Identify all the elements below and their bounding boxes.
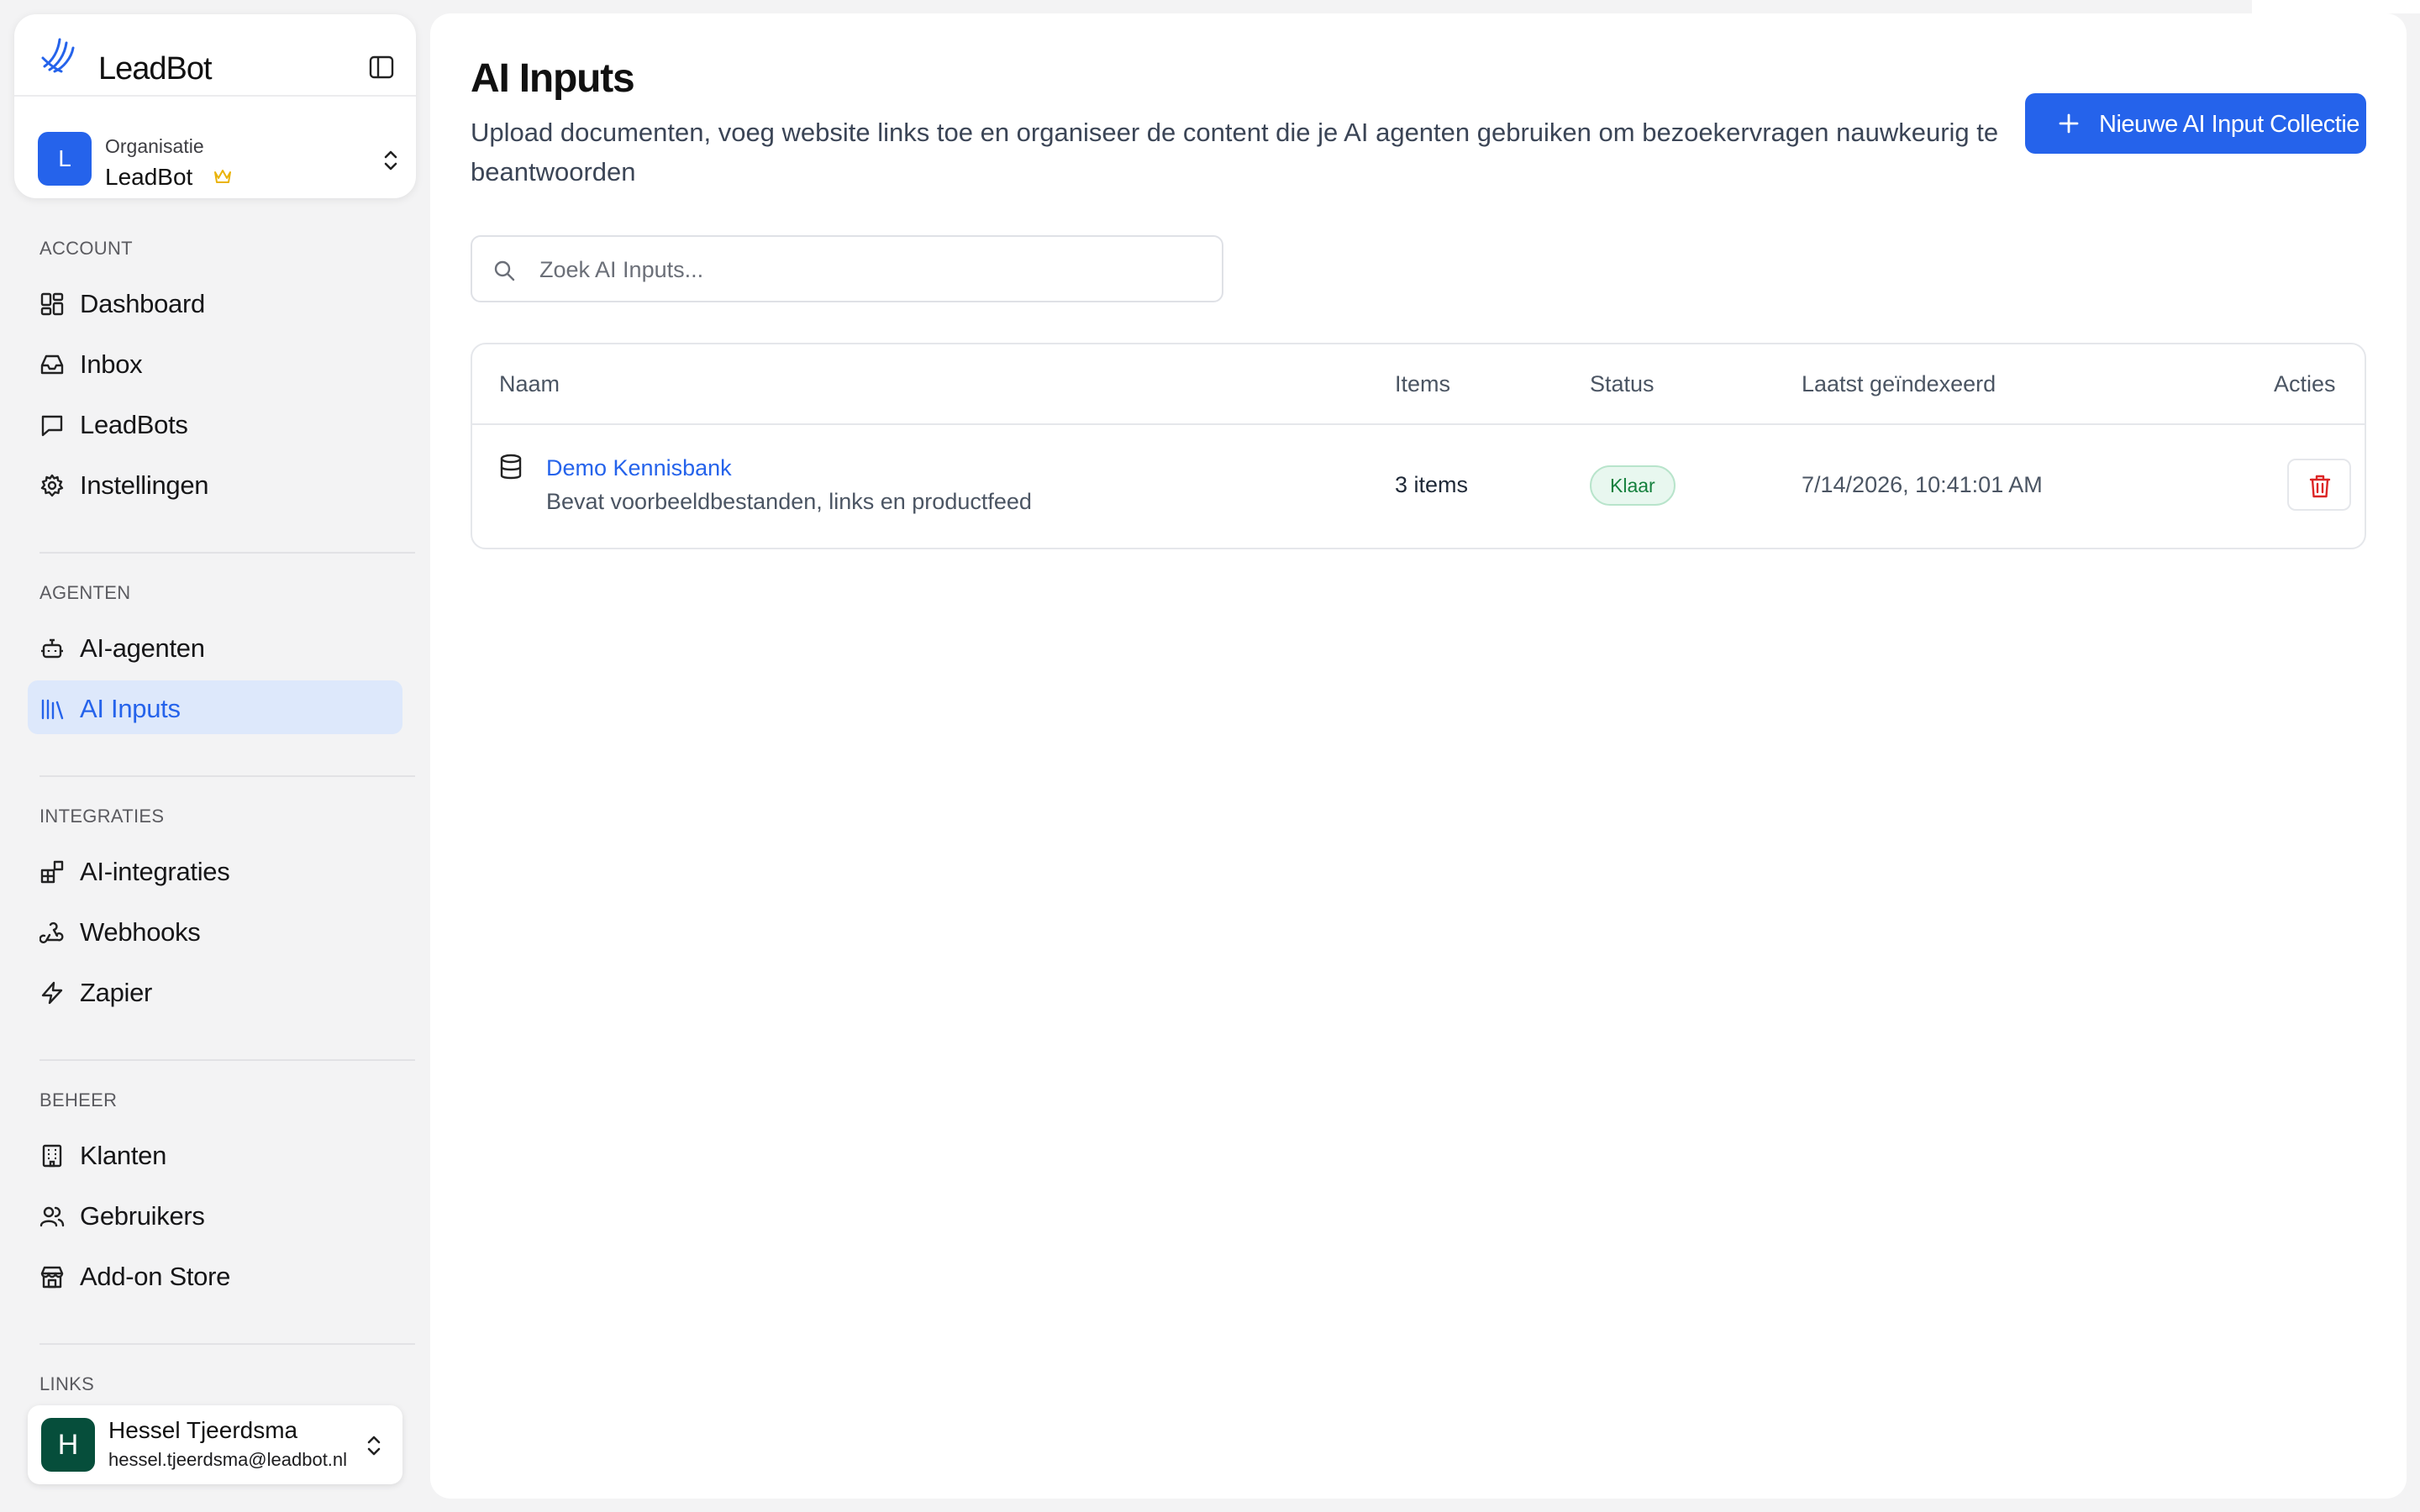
section-title-links: LINKS	[39, 1373, 95, 1394]
collection-items-count: 3 items	[1395, 472, 1469, 497]
sidebar-divider	[39, 552, 415, 554]
brand-row: LeadBot	[14, 14, 416, 97]
users-icon	[39, 1204, 65, 1229]
webhook-icon	[39, 920, 65, 945]
sidebar-item-add-on-store[interactable]: Add-on Store	[28, 1248, 402, 1302]
collection-description: Bevat voorbeeldbestanden, links en produ…	[546, 489, 1032, 514]
new-ai-input-collection-button[interactable]: Nieuwe AI Input Collectie	[2025, 93, 2366, 154]
sidebar-item-label: Instellingen	[80, 470, 209, 500]
sidebar-item-label: Inbox	[80, 349, 143, 379]
column-header-indexed: Laatst geïndexeerd	[1802, 371, 1996, 396]
status-badge: Klaar	[1590, 465, 1676, 506]
sidebar-item-label: AI Inputs	[80, 694, 181, 723]
sidebar-item-ai-integraties[interactable]: AI-integraties	[28, 843, 402, 897]
ai-inputs-table: Naam Items Status Laatst geïndexeerd Act…	[471, 343, 2366, 549]
sidebar-item-label: Dashboard	[80, 289, 205, 318]
collection-indexed-date: 7/14/2026, 10:41:01 AM	[1802, 472, 2043, 497]
page-subtitle: Upload documenten, voeg website links to…	[471, 118, 1999, 186]
database-icon	[499, 454, 523, 480]
plus-icon	[2059, 113, 2079, 134]
sidebar-divider	[39, 1059, 415, 1061]
sidebar-toggle-icon[interactable]	[369, 55, 394, 80]
sidebar-item-label: Webhooks	[80, 917, 201, 947]
table-row: Demo Kennisbank Bevat voorbeeldbestanden…	[472, 425, 2365, 549]
search-icon	[492, 259, 516, 282]
sidebar-item-label: Klanten	[80, 1141, 167, 1170]
sidebar-divider	[39, 775, 415, 777]
user-avatar: H	[41, 1418, 95, 1472]
table-header: Naam Items Status Laatst geïndexeerd Act…	[472, 344, 2365, 425]
organization-label: Organisatie	[105, 135, 204, 157]
chevron-up-down-icon	[381, 147, 401, 174]
leadbot-logo-icon	[38, 33, 87, 75]
sidebar-divider	[39, 1343, 415, 1345]
column-header-items: Items	[1395, 371, 1451, 396]
store-icon	[39, 1264, 65, 1289]
section-title-agenten: AGENTEN	[39, 582, 131, 603]
user-menu[interactable]: H Hessel Tjeerdsma hessel.tjeerdsma@lead…	[28, 1405, 402, 1484]
delete-button[interactable]	[2287, 459, 2351, 511]
gear-icon	[39, 473, 65, 498]
column-header-status: Status	[1590, 371, 1655, 396]
zap-icon	[39, 980, 65, 1005]
sidebar-item-zapier[interactable]: Zapier	[28, 964, 402, 1018]
page-title: AI Inputs	[471, 56, 635, 101]
column-header-name: Naam	[499, 371, 560, 396]
building-icon	[39, 1143, 65, 1168]
sidebar-item-gebruikers[interactable]: Gebruikers	[28, 1188, 402, 1242]
sidebar-item-label: Gebruikers	[80, 1201, 205, 1231]
bot-icon	[39, 636, 65, 661]
sidebar-item-label: AI-agenten	[80, 633, 205, 663]
section-title-beheer: BEHEER	[39, 1089, 118, 1110]
search-box	[471, 235, 1223, 302]
section-title-integraties: INTEGRATIES	[39, 806, 165, 827]
user-email: hessel.tjeerdsma@leadbot.nl	[108, 1449, 348, 1470]
sidebar-item-webhooks[interactable]: Webhooks	[28, 904, 402, 958]
brand-card: LeadBot L Organisatie LeadBot	[14, 14, 416, 198]
sidebar-item-label: Zapier	[80, 978, 153, 1007]
sidebar: LeadBot L Organisatie LeadBot ACCOUNT Da…	[0, 0, 429, 1512]
section-title-account: ACCOUNT	[39, 238, 133, 259]
main-content: AI Inputs Upload documenten, voeg websit…	[430, 13, 2407, 1499]
trash-icon	[2309, 475, 2331, 498]
brand-name: LeadBot	[98, 51, 213, 87]
sidebar-item-instellingen[interactable]: Instellingen	[28, 457, 402, 511]
new-ai-input-collection-label: Nieuwe AI Input Collectie	[2099, 111, 2360, 138]
sidebar-item-dashboard[interactable]: Dashboard	[28, 276, 402, 329]
library-icon	[39, 696, 65, 722]
crown-icon	[213, 167, 233, 186]
user-name: Hessel Tjeerdsma	[108, 1417, 298, 1443]
dashboard-icon	[39, 291, 65, 317]
sidebar-item-ai-agenten[interactable]: AI-agenten	[28, 620, 402, 674]
organization-name: LeadBot	[105, 164, 193, 190]
inbox-icon	[39, 352, 65, 377]
sidebar-item-ai-inputs[interactable]: AI Inputs	[28, 680, 402, 734]
search-input[interactable]	[539, 250, 1195, 289]
sidebar-item-inbox[interactable]: Inbox	[28, 336, 402, 390]
organization-avatar: L	[38, 132, 92, 186]
collection-name-link[interactable]: Demo Kennisbank	[546, 455, 732, 481]
sidebar-item-label: LeadBots	[80, 410, 188, 439]
column-header-actions: Acties	[2274, 371, 2336, 396]
window-strip	[2252, 0, 2420, 13]
sidebar-item-label: Add-on Store	[80, 1262, 231, 1291]
blocks-icon	[39, 859, 65, 885]
organization-switcher[interactable]: L Organisatie LeadBot	[14, 98, 416, 198]
sidebar-item-klanten[interactable]: Klanten	[28, 1127, 402, 1181]
chevron-up-down-icon	[364, 1432, 384, 1459]
chat-icon	[39, 412, 65, 438]
sidebar-item-label: AI-integraties	[80, 857, 230, 886]
sidebar-item-leadbots[interactable]: LeadBots	[28, 396, 402, 450]
